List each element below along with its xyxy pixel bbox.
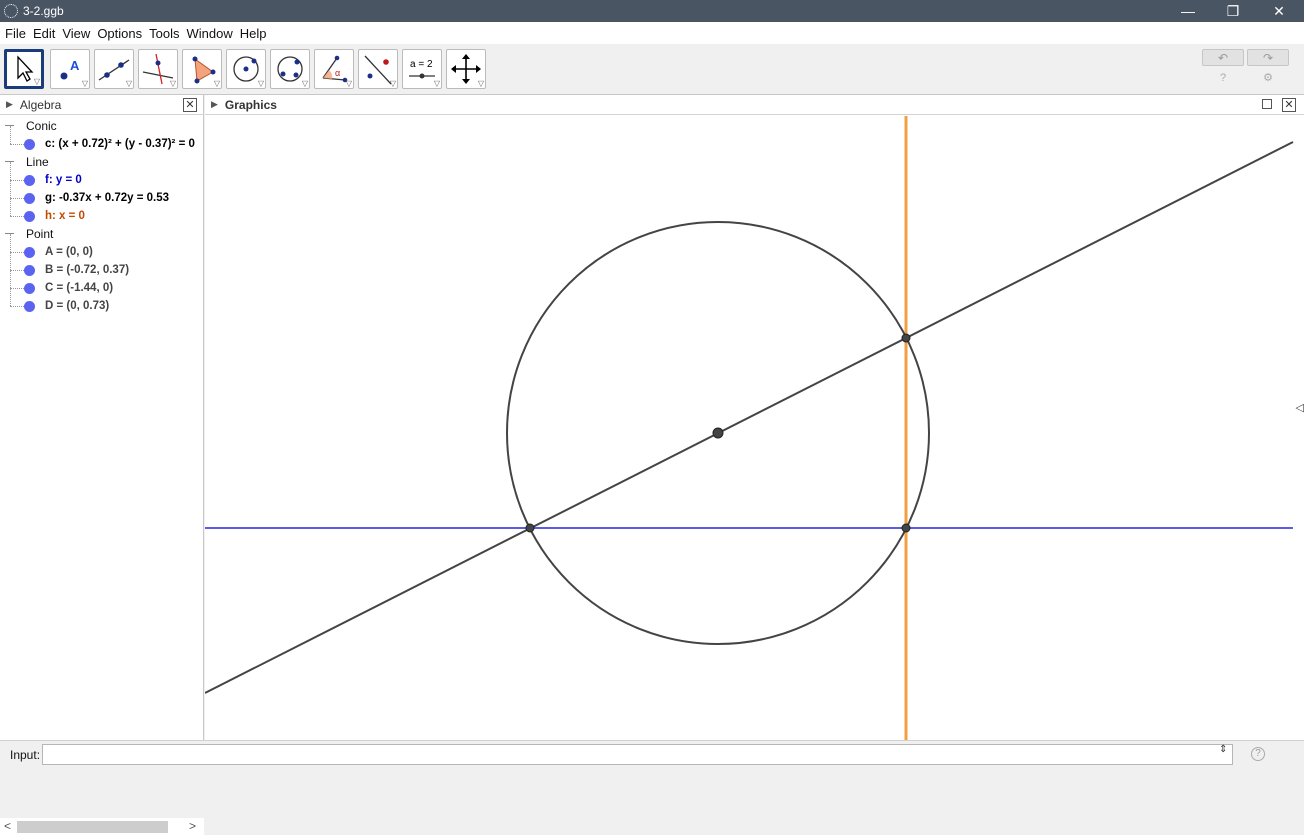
algebra-item[interactable]: C = (-1.44, 0): [0, 279, 204, 297]
item-label: A = (0, 0): [45, 246, 93, 258]
line-tool-button[interactable]: ▽: [94, 49, 134, 89]
algebra-item[interactable]: c: (x + 0.72)² + (y - 0.37)² = 0: [0, 126, 204, 153]
menu-options[interactable]: Options: [94, 26, 145, 41]
visibility-toggle-icon[interactable]: [24, 283, 35, 294]
graphics-canvas[interactable]: [205, 116, 1304, 740]
visibility-toggle-icon[interactable]: [24, 175, 35, 186]
geogebra-app-icon: [4, 4, 18, 18]
item-label: h: x = 0: [45, 210, 85, 222]
item-label: g: -0.37x + 0.72y = 0.53: [45, 192, 170, 204]
item-label: f: y = 0: [45, 174, 82, 186]
item-label: B = (-0.72, 0.37): [45, 264, 130, 276]
svg-text:A: A: [70, 58, 80, 73]
close-graphics-button[interactable]: ✕: [1282, 98, 1296, 112]
move-graphics-view-tool-button[interactable]: ▽: [446, 49, 486, 89]
slider-tool-button[interactable]: a = 2 ▽: [402, 49, 442, 89]
group-line[interactable]: Line: [0, 153, 204, 171]
circle-three-points-tool-button[interactable]: ▽: [270, 49, 310, 89]
polygon-tool-button[interactable]: ▽: [182, 49, 222, 89]
input-label: Input:: [10, 748, 41, 762]
visibility-toggle-icon[interactable]: [24, 301, 35, 312]
close-algebra-button[interactable]: ✕: [183, 98, 197, 112]
menu-tools[interactable]: Tools: [146, 26, 182, 41]
visibility-toggle-icon[interactable]: [24, 211, 35, 222]
group-conic[interactable]: Conic: [0, 117, 204, 135]
window-title: 3-2.ggb: [23, 4, 64, 18]
algebra-item[interactable]: B = (-0.72, 0.37): [0, 261, 204, 279]
visibility-toggle-icon[interactable]: [24, 139, 35, 150]
algebra-view: ▶ Algebra ✕ Conic c: (x + 0.72)² + (y - …: [0, 95, 204, 835]
scroll-right-button[interactable]: >: [189, 819, 196, 833]
visibility-toggle-icon[interactable]: [24, 265, 35, 276]
undo-button[interactable]: ↶: [1202, 49, 1244, 66]
undock-icon[interactable]: [1262, 99, 1272, 109]
algebra-header: ▶ Algebra ✕: [0, 95, 203, 115]
algebra-horizontal-scrollbar[interactable]: < >: [0, 818, 204, 835]
algebra-title: Algebra: [19, 97, 62, 112]
point-a[interactable]: [901, 523, 911, 533]
scroll-left-button[interactable]: <: [4, 819, 11, 833]
gear-icon[interactable]: ⚙: [1261, 71, 1275, 85]
svg-text:α: α: [335, 68, 340, 78]
point-b[interactable]: [712, 427, 724, 439]
panel-collapse-icon[interactable]: ▶: [211, 99, 218, 110]
item-label: D = (0, 0.73): [45, 300, 110, 312]
algebra-item[interactable]: A = (0, 0): [0, 234, 204, 306]
move-tool-button[interactable]: ▽: [4, 49, 44, 89]
item-label: C = (-1.44, 0): [45, 282, 114, 294]
svg-text:a = 2: a = 2: [410, 59, 433, 70]
redo-button[interactable]: ↷: [1247, 49, 1289, 66]
graphics-title: Graphics: [224, 97, 277, 112]
reflect-tool-button[interactable]: ▽: [358, 49, 398, 89]
input-field[interactable]: [42, 744, 1233, 765]
title-bar: 3-2.ggb — ❐ ✕: [0, 0, 1304, 22]
menu-file[interactable]: File: [2, 26, 29, 41]
input-bar: Input: ⇕ ?: [0, 740, 1304, 768]
menu-view[interactable]: View: [59, 26, 93, 41]
minimize-button[interactable]: —: [1165, 0, 1211, 22]
menu-window[interactable]: Window: [183, 26, 235, 41]
panel-collapse-icon[interactable]: ▶: [6, 99, 13, 110]
menu-help[interactable]: Help: [237, 26, 270, 41]
input-history-icon[interactable]: ⇕: [1219, 745, 1227, 755]
group-point[interactable]: Point: [0, 225, 204, 243]
algebra-item[interactable]: g: -0.37x + 0.72y = 0.53: [0, 189, 204, 207]
circle-center-point-tool-button[interactable]: ▽: [226, 49, 266, 89]
algebra-item[interactable]: f: y = 0: [0, 162, 204, 216]
side-panel-toggle-icon[interactable]: ◁: [1296, 401, 1304, 414]
point-d[interactable]: [901, 333, 911, 343]
scroll-thumb[interactable]: [17, 821, 168, 833]
algebra-item[interactable]: h: x = 0: [0, 207, 204, 225]
graphics-header: ▶ Graphics ✕: [205, 95, 1304, 115]
menu-edit[interactable]: Edit: [30, 26, 58, 41]
graphics-view: ▶ Graphics ✕ ◁: [205, 95, 1304, 740]
input-help-icon[interactable]: ?: [1251, 747, 1265, 761]
close-window-button[interactable]: ✕: [1256, 0, 1302, 22]
visibility-toggle-icon[interactable]: [24, 247, 35, 258]
toolbar: ▽ A ▽ ▽ ▽ ▽ ▽ ▽ α ▽ ▽ a = 2 ▽ ▽ ↶ ↷: [0, 44, 1304, 95]
maximize-button[interactable]: ❐: [1210, 0, 1256, 22]
angle-tool-button[interactable]: α ▽: [314, 49, 354, 89]
help-icon[interactable]: ?: [1216, 71, 1230, 85]
point-c[interactable]: [525, 523, 535, 533]
visibility-toggle-icon[interactable]: [24, 193, 35, 204]
algebra-item[interactable]: D = (0, 0.73): [0, 297, 204, 315]
item-label: c: (x + 0.72)² + (y - 0.37)² = 0: [45, 138, 195, 150]
menu-bar: File Edit View Options Tools Window Help: [0, 22, 1304, 44]
point-tool-button[interactable]: A ▽: [50, 49, 90, 89]
perpendicular-line-tool-button[interactable]: ▽: [138, 49, 178, 89]
